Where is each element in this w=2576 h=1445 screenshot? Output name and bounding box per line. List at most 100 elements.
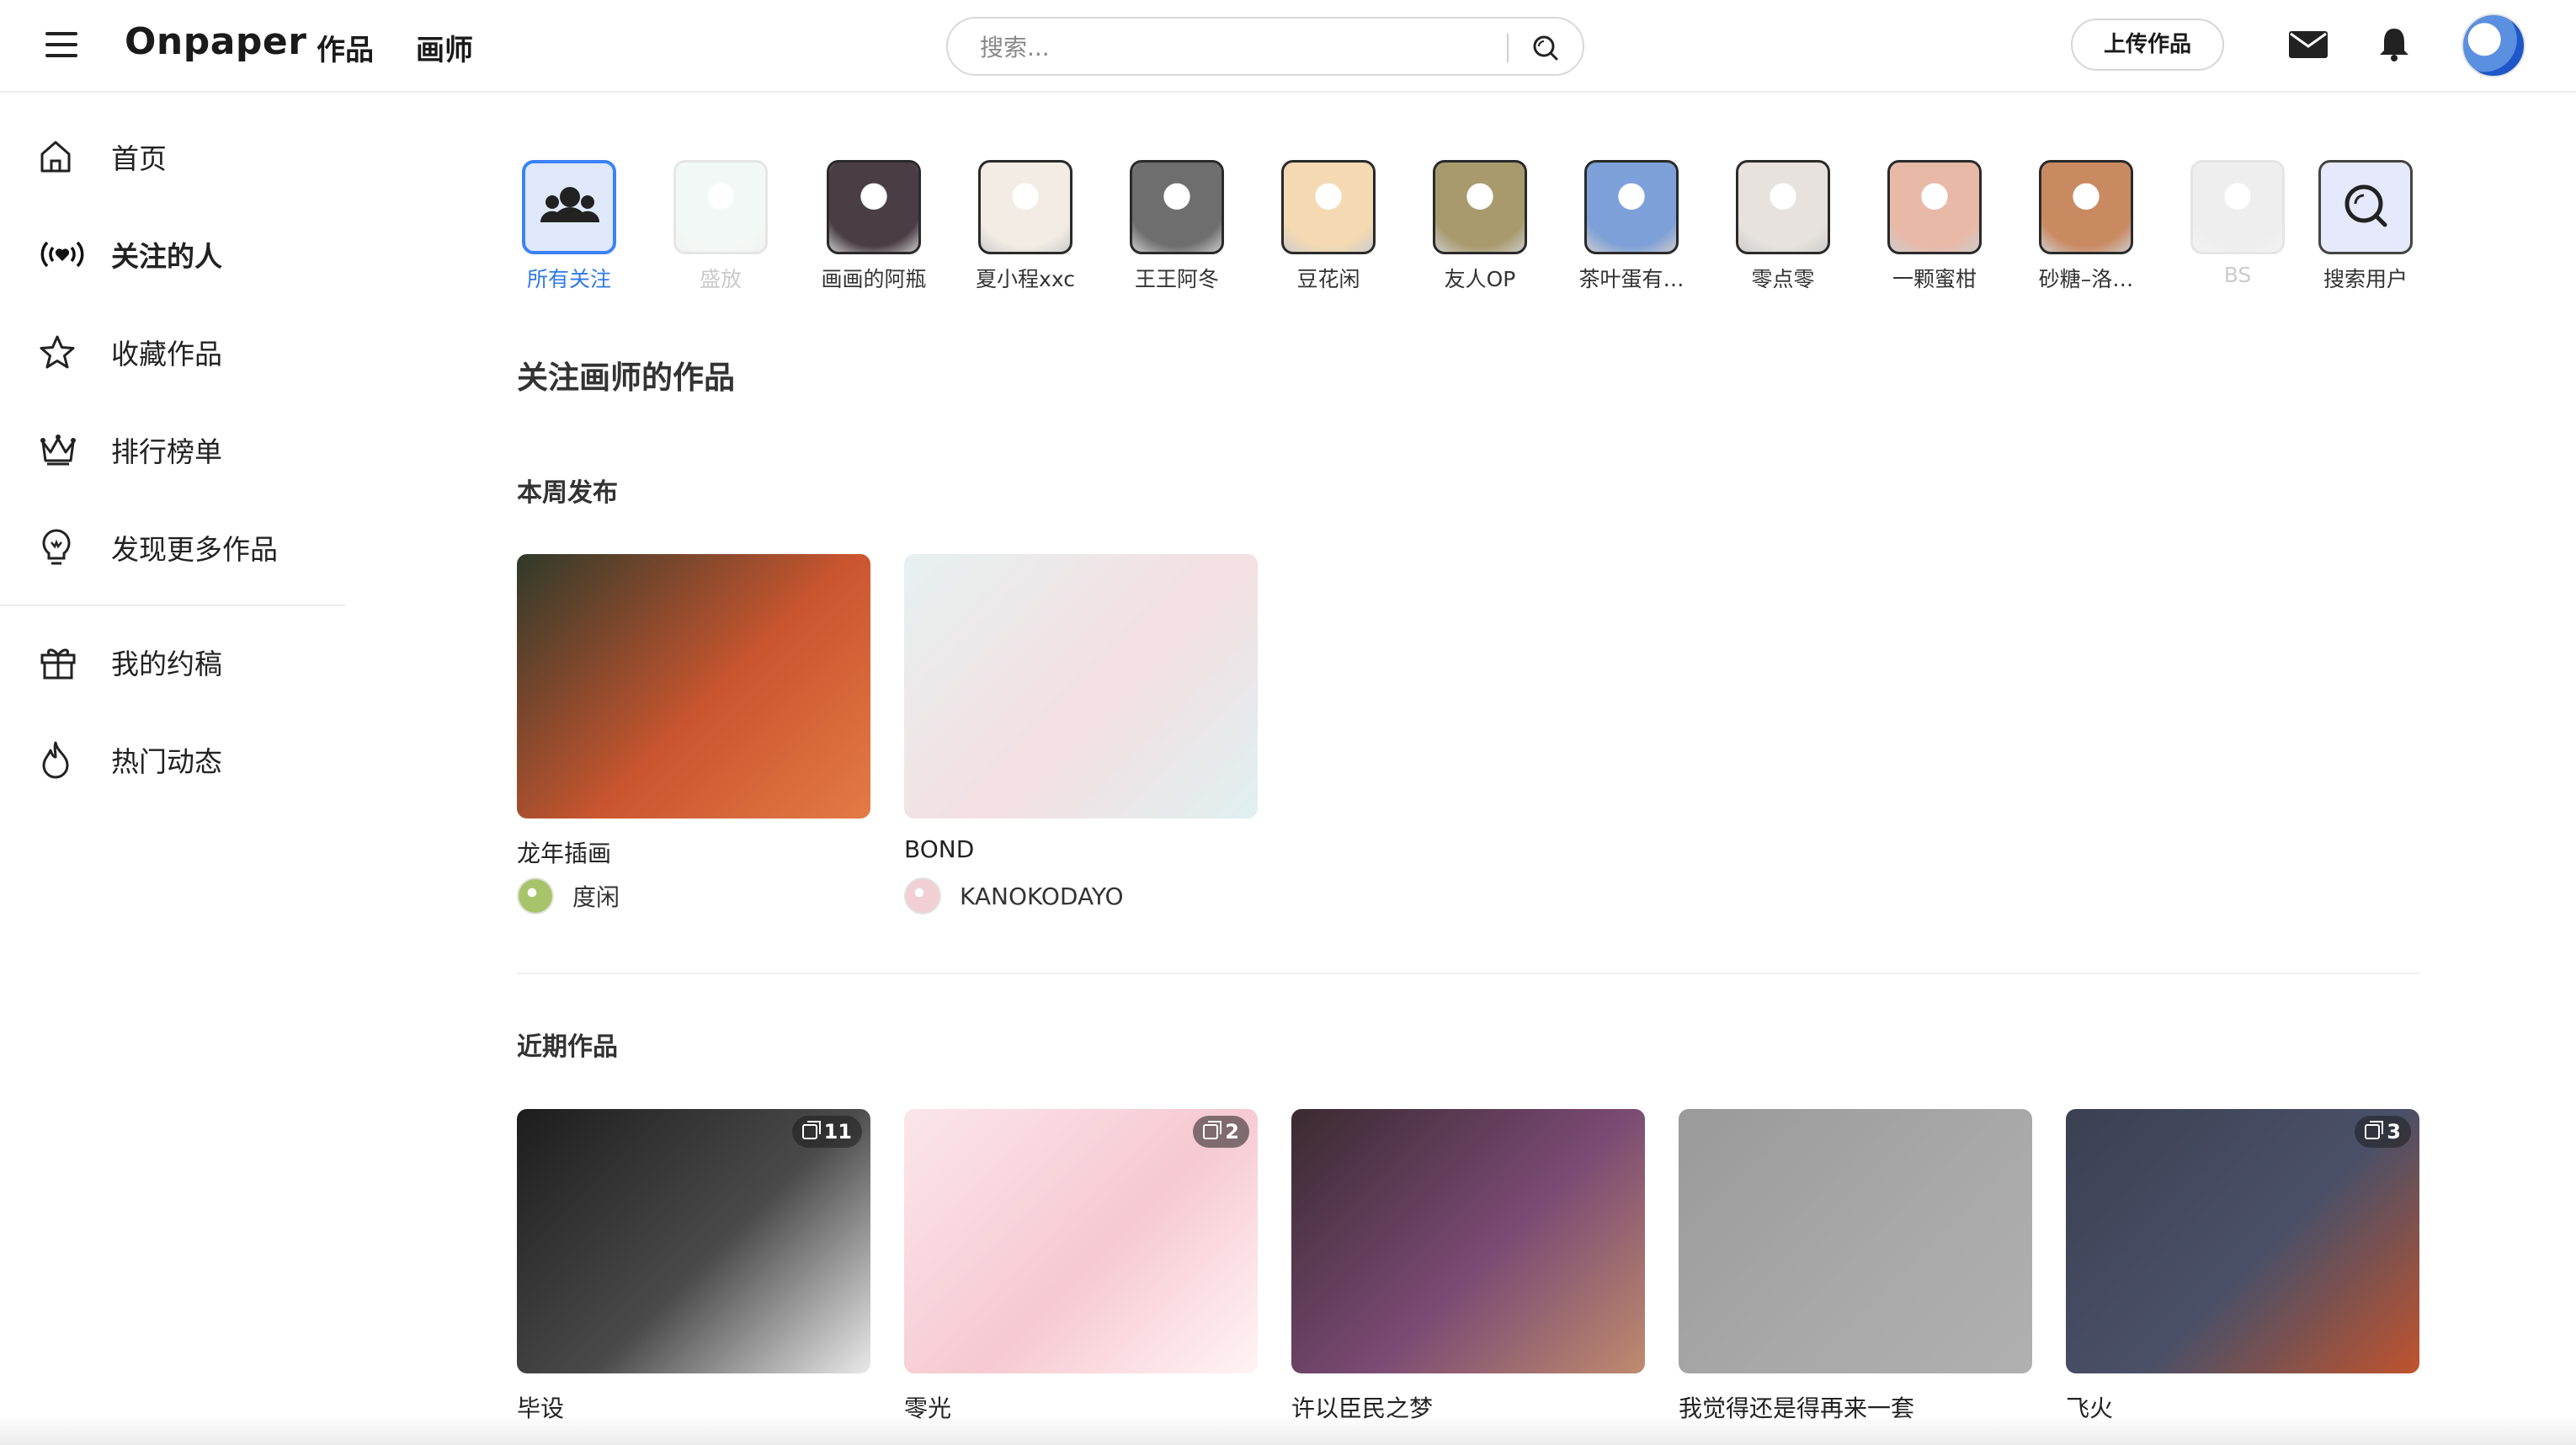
following-avatar: [2039, 160, 2133, 254]
page-title: 关注画师的作品: [517, 360, 735, 396]
artwork-thumbnail[interactable]: 2: [904, 1109, 1258, 1373]
upload-work-button[interactable]: 上传作品: [2071, 19, 2224, 71]
search-users-button[interactable]: 搜索用户: [2295, 160, 2421, 295]
following-all[interactable]: 所有关注: [498, 160, 625, 295]
following-user[interactable]: 豆花闲: [1258, 160, 1384, 295]
menu-icon[interactable]: [45, 32, 77, 57]
following-user[interactable]: 友人OP: [1409, 160, 1535, 295]
following-user[interactable]: 一颗蜜柑: [1864, 160, 1990, 295]
following-name: 一颗蜜柑: [1892, 267, 1977, 291]
sidebar-item-home[interactable]: 首页: [39, 131, 342, 182]
search-input[interactable]: [980, 30, 1485, 64]
image-count: 3: [2387, 1120, 2401, 1144]
sidebar-item-label: 首页: [111, 142, 167, 175]
following-user[interactable]: 砂糖–洛…: [2015, 160, 2142, 295]
artwork-thumbnail[interactable]: 3: [2066, 1109, 2419, 1373]
following-name: 王王阿冬: [1134, 267, 1219, 291]
following-avatar: [978, 160, 1072, 254]
sidebar-item-rankings[interactable]: 排行榜单: [39, 424, 342, 475]
gift-icon: [39, 642, 86, 682]
sidebar: 首页 关注的人 收藏作品 排行榜单 发现更多作品 我的约稿 热门动态: [0, 93, 345, 1445]
following-user[interactable]: 零点零: [1712, 160, 1839, 295]
following-user[interactable]: 盛放: [650, 160, 776, 295]
following-avatar: [1281, 160, 1376, 254]
image-count-badge: 2: [1193, 1116, 1249, 1148]
sidebar-item-discover[interactable]: 发现更多作品: [39, 522, 342, 573]
sidebar-item-label: 我的约稿: [111, 648, 222, 680]
artwork-thumbnail[interactable]: [517, 554, 870, 818]
multi-image-icon: [801, 1121, 821, 1139]
author-name: 度闲: [572, 883, 620, 911]
author-avatar: [904, 877, 941, 914]
following-name: 盛放: [699, 267, 742, 291]
following-name: 零点零: [1751, 267, 1815, 291]
section-title-recent: 近期作品: [517, 1032, 618, 1062]
multi-image-icon: [1203, 1121, 1222, 1139]
following-name: 画画的阿瓶: [821, 267, 927, 291]
following-user[interactable]: 画画的阿瓶: [803, 160, 929, 295]
search-users-icon: [2318, 160, 2413, 254]
image-count-badge: 3: [2355, 1116, 2411, 1148]
artwork-author[interactable]: KANOKODAYO: [904, 877, 1124, 914]
image-count: 2: [1225, 1120, 1239, 1144]
following-avatar: [827, 160, 921, 254]
artwork-title[interactable]: 龙年插画: [517, 835, 611, 869]
artwork-thumbnail[interactable]: [1291, 1109, 1645, 1373]
following-avatar: [2190, 160, 2285, 254]
following-name: BS: [2223, 263, 2252, 287]
following-name: 茶叶蛋有…: [1578, 267, 1685, 291]
flame-icon: [39, 739, 86, 780]
author-name: KANOKODAYO: [960, 882, 1124, 910]
nav-works[interactable]: 作品: [317, 27, 374, 68]
following-user[interactable]: 茶叶蛋有…: [1561, 160, 1687, 295]
bell-icon[interactable]: [2377, 25, 2411, 62]
lightbulb-icon: [39, 527, 86, 568]
sidebar-item-favorites[interactable]: 收藏作品: [39, 327, 342, 377]
sidebar-item-label: 热门动态: [111, 745, 222, 778]
multi-image-icon: [2365, 1121, 2384, 1139]
mail-icon[interactable]: [2288, 30, 2329, 59]
artwork-thumbnail[interactable]: 11: [517, 1109, 870, 1373]
home-icon: [39, 136, 86, 177]
nav-artists[interactable]: 画师: [416, 27, 473, 68]
sidebar-divider: [0, 605, 345, 606]
group-icon: [522, 160, 616, 254]
following-user[interactable]: 夏小程xxc: [955, 160, 1081, 295]
broadcast-heart-icon: [39, 234, 86, 275]
sidebar-item-commissions[interactable]: 我的约稿: [39, 637, 342, 687]
following-avatar: [1433, 160, 1527, 254]
sidebar-item-label: 排行榜单: [111, 435, 222, 468]
artwork-thumbnail[interactable]: [904, 554, 1258, 818]
search-icon[interactable]: [1527, 30, 1564, 66]
artwork-author[interactable]: 度闲: [517, 877, 620, 914]
following-avatar: [1130, 160, 1224, 254]
following-name: 豆花闲: [1296, 267, 1360, 291]
following-avatar: [1736, 160, 1830, 254]
artwork-thumbnail[interactable]: [1679, 1109, 2032, 1373]
app-logo[interactable]: Onpaper: [125, 20, 306, 63]
following-user[interactable]: BS: [2167, 160, 2293, 295]
following-name: 所有关注: [526, 267, 611, 291]
following-name: 砂糖–洛…: [2038, 267, 2134, 291]
image-count: 11: [823, 1120, 852, 1144]
following-name: 夏小程xxc: [976, 267, 1075, 291]
image-count-badge: 11: [791, 1116, 862, 1148]
crown-icon: [39, 429, 86, 470]
following-avatar: [673, 160, 768, 254]
section-divider: [517, 973, 2419, 974]
sidebar-item-label: 发现更多作品: [111, 533, 278, 566]
following-name: 搜索用户: [2323, 267, 2408, 291]
sidebar-item-label: 收藏作品: [111, 338, 222, 371]
sidebar-item-following[interactable]: 关注的人: [39, 229, 342, 280]
search-bar: [946, 17, 1584, 76]
search-divider: [1507, 34, 1509, 62]
artwork-title[interactable]: BOND: [904, 835, 974, 863]
star-icon: [39, 332, 86, 372]
top-bar: Onpaper 作品 画师 上传作品: [0, 0, 2576, 93]
following-avatar: [1584, 160, 1679, 254]
sidebar-item-label: 关注的人: [111, 240, 222, 273]
section-title-week: 本周发布: [517, 478, 618, 508]
user-avatar[interactable]: [2462, 13, 2525, 77]
following-user[interactable]: 王王阿冬: [1106, 160, 1232, 295]
sidebar-item-trending[interactable]: 热门动态: [39, 734, 342, 785]
